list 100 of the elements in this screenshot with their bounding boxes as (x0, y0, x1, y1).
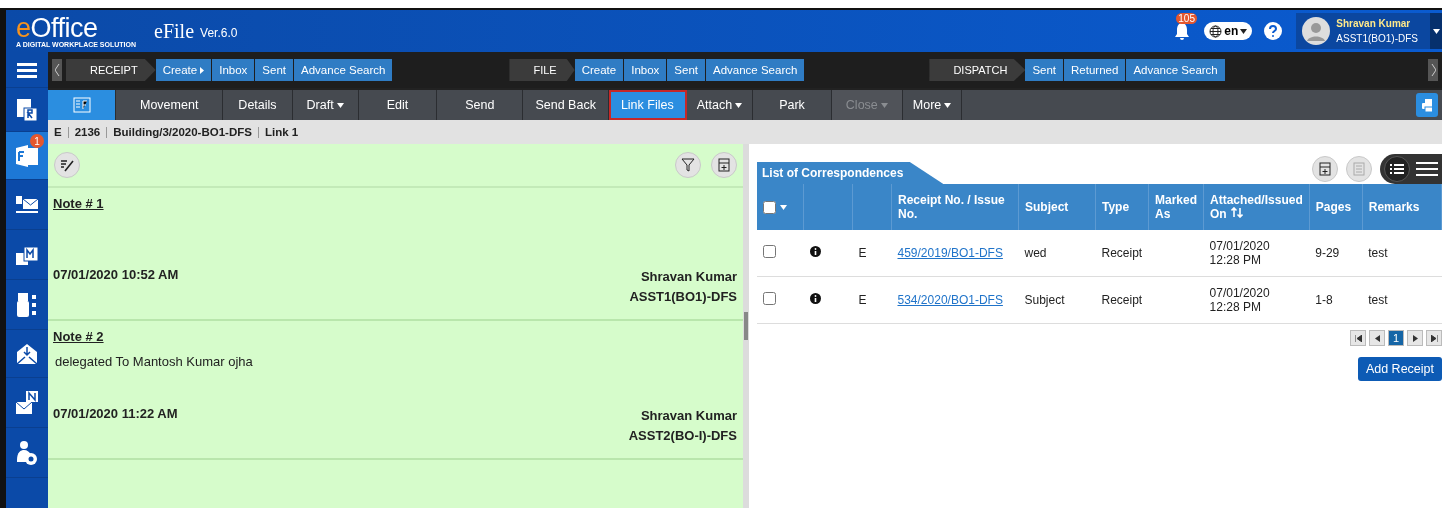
next-page-button[interactable] (1407, 330, 1423, 346)
filter-button[interactable] (675, 152, 701, 178)
add-page-button[interactable] (1312, 156, 1338, 182)
usb-key-icon (16, 291, 38, 318)
table-cell: Receipt (1095, 230, 1149, 277)
menu-icon[interactable] (1416, 161, 1438, 177)
language-select[interactable]: en (1204, 22, 1253, 40)
table-cell: 07/01/2020 12:28 PM (1203, 276, 1310, 324)
document-icon (16, 97, 38, 122)
note-designation: ASST1(BO1)-DFS (629, 288, 737, 306)
nav-link[interactable]: Sent (1025, 59, 1065, 81)
add-page-icon (1319, 162, 1331, 176)
note-author: Shravan Kumar (640, 268, 737, 286)
user-role: ASST1(BO1)-DFS (1336, 32, 1418, 46)
nav-link[interactable]: Advance Search (1126, 59, 1226, 81)
version-label: Ver.6.0 (200, 26, 238, 40)
scroll-left-button[interactable] (52, 59, 62, 81)
scroll-right-button[interactable] (1428, 59, 1438, 81)
select-all-header[interactable] (757, 184, 804, 230)
receipt-link[interactable]: 534/2020/BO1-DFS (897, 293, 1003, 307)
breadcrumb-item: Building/3/2020-BO1-DFS (113, 126, 252, 138)
nav-link[interactable]: Create (574, 59, 625, 81)
table-cell: E (852, 230, 892, 277)
info-icon[interactable] (809, 293, 821, 304)
column-header (803, 184, 853, 230)
sidebar-item[interactable]: 1 (6, 132, 48, 180)
nav-link[interactable]: Sent (255, 59, 295, 81)
app-name: eFile (154, 19, 195, 43)
column-header (852, 184, 892, 230)
caret-icon (735, 102, 743, 108)
pen-icon (60, 158, 74, 172)
chevron-left-icon (54, 64, 60, 76)
nav-link[interactable]: Returned (1064, 59, 1127, 81)
breadcrumb-item: Link 1 (264, 126, 299, 138)
envelope-icon (16, 342, 38, 365)
caret-icon (336, 102, 344, 108)
breadcrumb-item: 2136 (74, 126, 101, 138)
add-receipt-button[interactable]: Add Receipt (1357, 357, 1442, 381)
nav-link[interactable]: Advance Search (706, 59, 806, 81)
chevron-right-icon (1430, 64, 1436, 76)
splitter-handle[interactable] (744, 312, 748, 340)
list-icon (1390, 163, 1404, 175)
caret-icon (1432, 28, 1440, 34)
select-all-checkbox[interactable] (763, 200, 776, 214)
user-menu[interactable]: Shravan Kumar ASST1(BO1)-DFS (1296, 13, 1442, 49)
print-button[interactable] (1416, 93, 1438, 117)
note-title: Note # 1 (53, 196, 105, 211)
receipt-link[interactable]: 459/2019/BO1-DFS (897, 246, 1003, 260)
file-icon (72, 97, 91, 113)
table-cell: Subject (1018, 276, 1096, 324)
list-view-button[interactable] (1384, 156, 1410, 182)
mail-icon (15, 194, 39, 215)
table-cell: 9-29 (1309, 230, 1363, 277)
column-header[interactable]: Subject (1018, 184, 1096, 230)
column-header[interactable]: Receipt No. / Issue No. (891, 184, 1019, 230)
nav-link[interactable]: Inbox (212, 59, 256, 81)
next-icon (1412, 334, 1418, 342)
nav-link[interactable]: Sent (667, 59, 706, 81)
add-page-icon (718, 158, 730, 172)
note-text: delegated To Mantosh Kumar ojha (55, 354, 254, 369)
column-header[interactable]: Remarks (1362, 184, 1442, 230)
table-cell: Receipt (1095, 276, 1149, 324)
menu-icon (17, 61, 37, 78)
help-icon[interactable] (1264, 22, 1283, 40)
first-page-button[interactable] (1350, 330, 1366, 346)
write-note-button[interactable] (54, 152, 80, 178)
note-designation: ASST2(BO-I)-DFS (628, 427, 737, 445)
document-icon (1353, 162, 1365, 176)
previous-page-button[interactable] (1369, 330, 1385, 346)
breadcrumb-item: E (54, 126, 62, 138)
column-header[interactable]: Marked As (1148, 184, 1204, 230)
filter-icon (681, 158, 695, 172)
previous-icon (1374, 334, 1380, 342)
nav-link[interactable]: Create (155, 59, 213, 81)
column-header[interactable]: Type (1095, 184, 1149, 230)
section-label: DISPATCH (929, 59, 1026, 81)
bell-icon[interactable] (1174, 22, 1191, 40)
table-cell: test (1362, 230, 1442, 277)
print-icon (1422, 98, 1432, 112)
info-icon[interactable] (809, 246, 821, 257)
globe-icon (1209, 24, 1223, 38)
note-title: Note # 2 (53, 329, 105, 344)
avatar-icon (1302, 17, 1331, 45)
column-header[interactable]: Attached/Issued On (1203, 184, 1310, 230)
add-page-button[interactable] (711, 152, 737, 178)
toolbar-button[interactable]: Link Files (608, 90, 687, 120)
note-author: Shravan Kumar (640, 407, 737, 425)
nav-link[interactable]: Advance Search (294, 59, 394, 81)
last-page-button[interactable] (1426, 330, 1442, 346)
caret-icon (944, 102, 952, 108)
page-button[interactable]: 1 (1388, 330, 1404, 346)
row-checkbox[interactable] (763, 245, 776, 258)
notice-mail-icon (15, 389, 39, 416)
panel-title: List of Correspondences (757, 162, 944, 184)
caret-icon (780, 204, 787, 210)
nav-link[interactable]: Inbox (624, 59, 668, 81)
table-cell: 07/01/2020 12:28 PM (1203, 230, 1310, 277)
file-icon (15, 143, 39, 168)
row-checkbox[interactable] (763, 292, 776, 305)
column-header[interactable]: Pages (1309, 184, 1363, 230)
